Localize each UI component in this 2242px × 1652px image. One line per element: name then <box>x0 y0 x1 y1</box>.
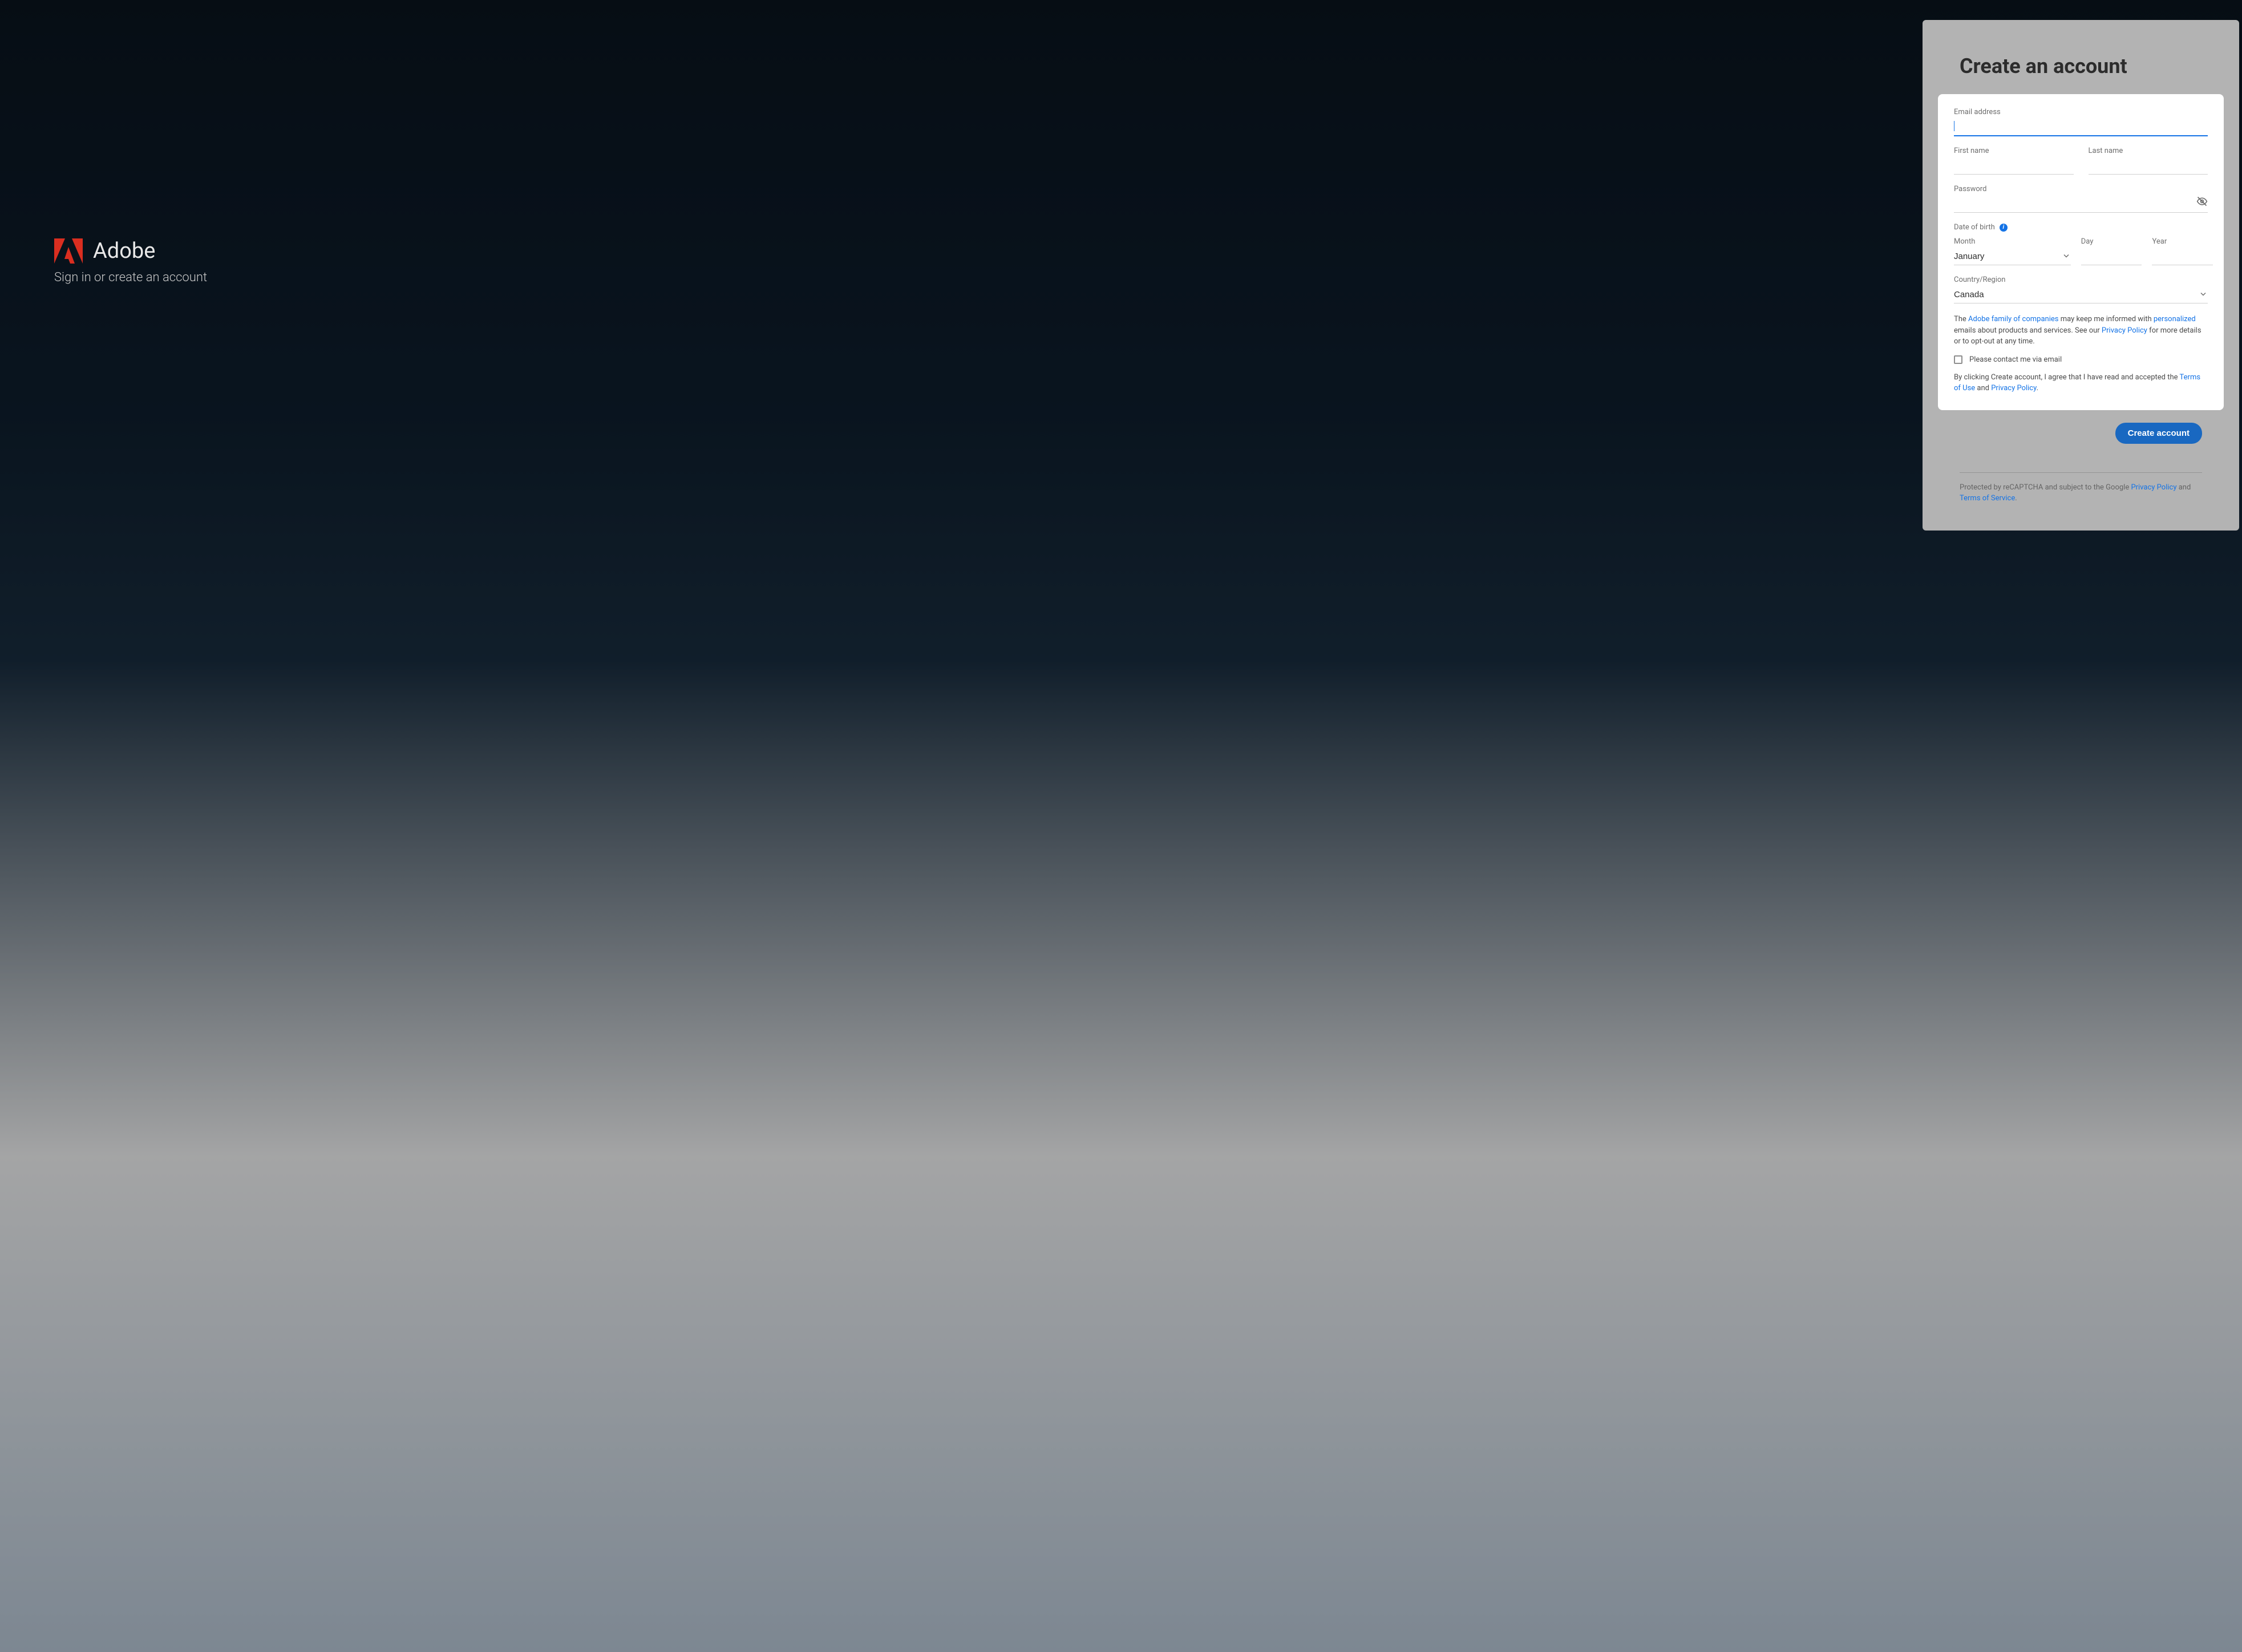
chevron-down-icon <box>2063 252 2070 261</box>
dob-row: Month January Day Year <box>1954 237 2208 265</box>
brand-pane: Adobe Sign in or create an account <box>54 238 207 285</box>
chevron-down-icon <box>2200 290 2207 299</box>
agree-text: By clicking Create account, I agree that… <box>1954 372 2208 394</box>
day-input[interactable] <box>2081 248 2142 265</box>
month-value: January <box>1954 252 1984 261</box>
country-value: Canada <box>1954 290 1984 299</box>
contact-email-label: Please contact me via email <box>1969 355 2062 364</box>
first-name-input[interactable] <box>1954 157 2074 175</box>
month-label: Month <box>1954 237 2071 246</box>
privacy-policy-link[interactable]: Privacy Policy <box>2102 326 2147 335</box>
year-label: Year <box>2152 237 2213 246</box>
email-field-wrap: Email address <box>1954 108 2208 136</box>
contact-checkbox-row: Please contact me via email <box>1954 355 2208 364</box>
day-label: Day <box>2081 237 2142 246</box>
dob-label: Date of birth <box>1954 223 1995 232</box>
adobe-companies-link[interactable]: Adobe family of companies <box>1968 315 2058 323</box>
brand-name: Adobe <box>93 238 155 264</box>
year-input[interactable] <box>2152 248 2213 265</box>
info-icon[interactable]: i <box>2000 224 2008 232</box>
password-input[interactable] <box>1954 196 2208 213</box>
google-tos-link[interactable]: Terms of Service <box>1960 494 2015 503</box>
last-name-label: Last name <box>2089 147 2208 155</box>
last-name-input[interactable] <box>2089 157 2208 175</box>
country-field-wrap: Country/Region Canada <box>1954 276 2208 303</box>
consent-text: The Adobe family of companies may keep m… <box>1954 314 2208 347</box>
month-select[interactable]: January <box>1954 248 2071 265</box>
privacy-policy-link-2[interactable]: Privacy Policy <box>1991 384 2036 392</box>
email-label: Email address <box>1954 108 2208 116</box>
adobe-logo-icon <box>54 238 83 264</box>
google-privacy-link[interactable]: Privacy Policy <box>2131 483 2176 492</box>
email-input[interactable] <box>1954 119 2208 136</box>
last-name-field-wrap: Last name <box>2089 147 2208 175</box>
toggle-password-visibility-icon[interactable] <box>2196 196 2208 209</box>
logo-row: Adobe <box>54 238 207 264</box>
page-title: Create an account <box>1960 54 2202 78</box>
first-name-label: First name <box>1954 147 2074 155</box>
country-select[interactable]: Canada <box>1954 286 2208 303</box>
divider <box>1960 472 2202 473</box>
password-label: Password <box>1954 185 2208 193</box>
signup-panel: Create an account Email address First na… <box>1923 20 2239 531</box>
password-field-wrap: Password <box>1954 185 2208 213</box>
personalized-link[interactable]: personalized <box>2154 315 2196 323</box>
email-cursor-wrap <box>1954 119 2208 136</box>
brand-tagline: Sign in or create an account <box>54 270 207 285</box>
first-name-field-wrap: First name <box>1954 147 2074 175</box>
create-account-button[interactable]: Create account <box>2115 423 2202 444</box>
dob-label-row: Date of birth i <box>1954 223 2208 232</box>
form-card: Email address First name Last name Passw… <box>1938 94 2224 410</box>
contact-email-checkbox[interactable] <box>1954 355 1962 364</box>
country-label: Country/Region <box>1954 276 2208 284</box>
recaptcha-footer: Protected by reCAPTCHA and subject to th… <box>1960 482 2202 504</box>
submit-row: Create account <box>1960 423 2202 444</box>
